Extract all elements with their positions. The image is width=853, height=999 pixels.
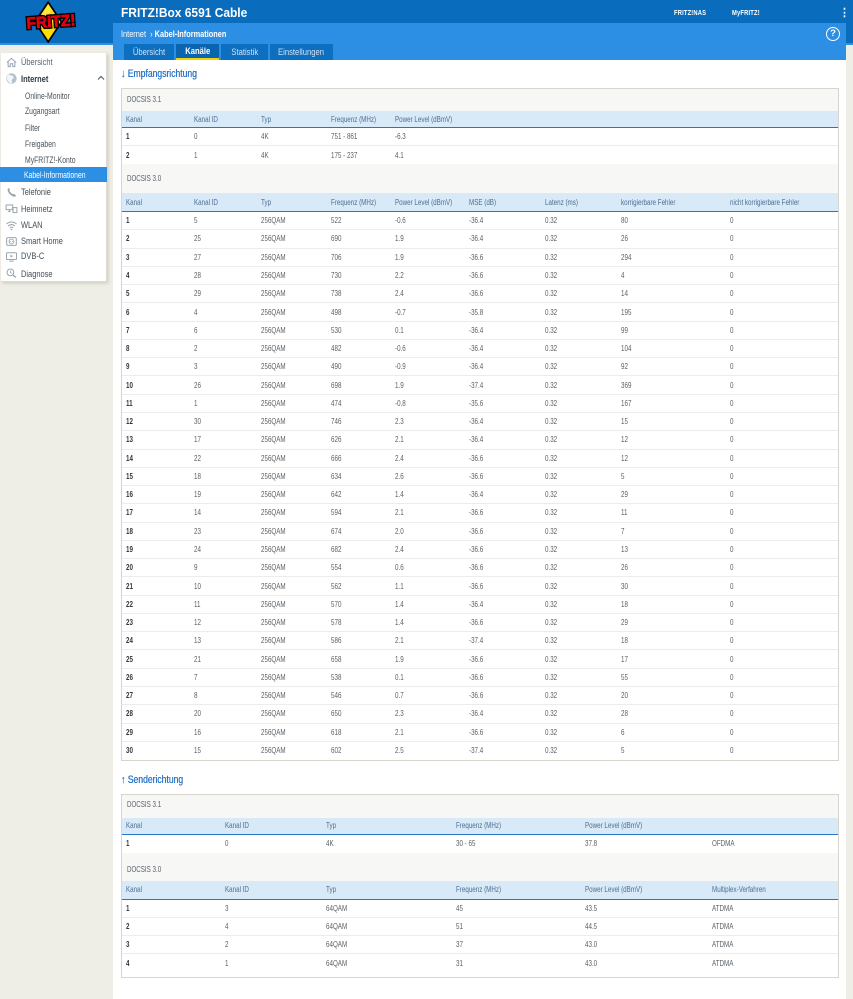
svg-text:FRITZ!: FRITZ!	[26, 12, 76, 32]
